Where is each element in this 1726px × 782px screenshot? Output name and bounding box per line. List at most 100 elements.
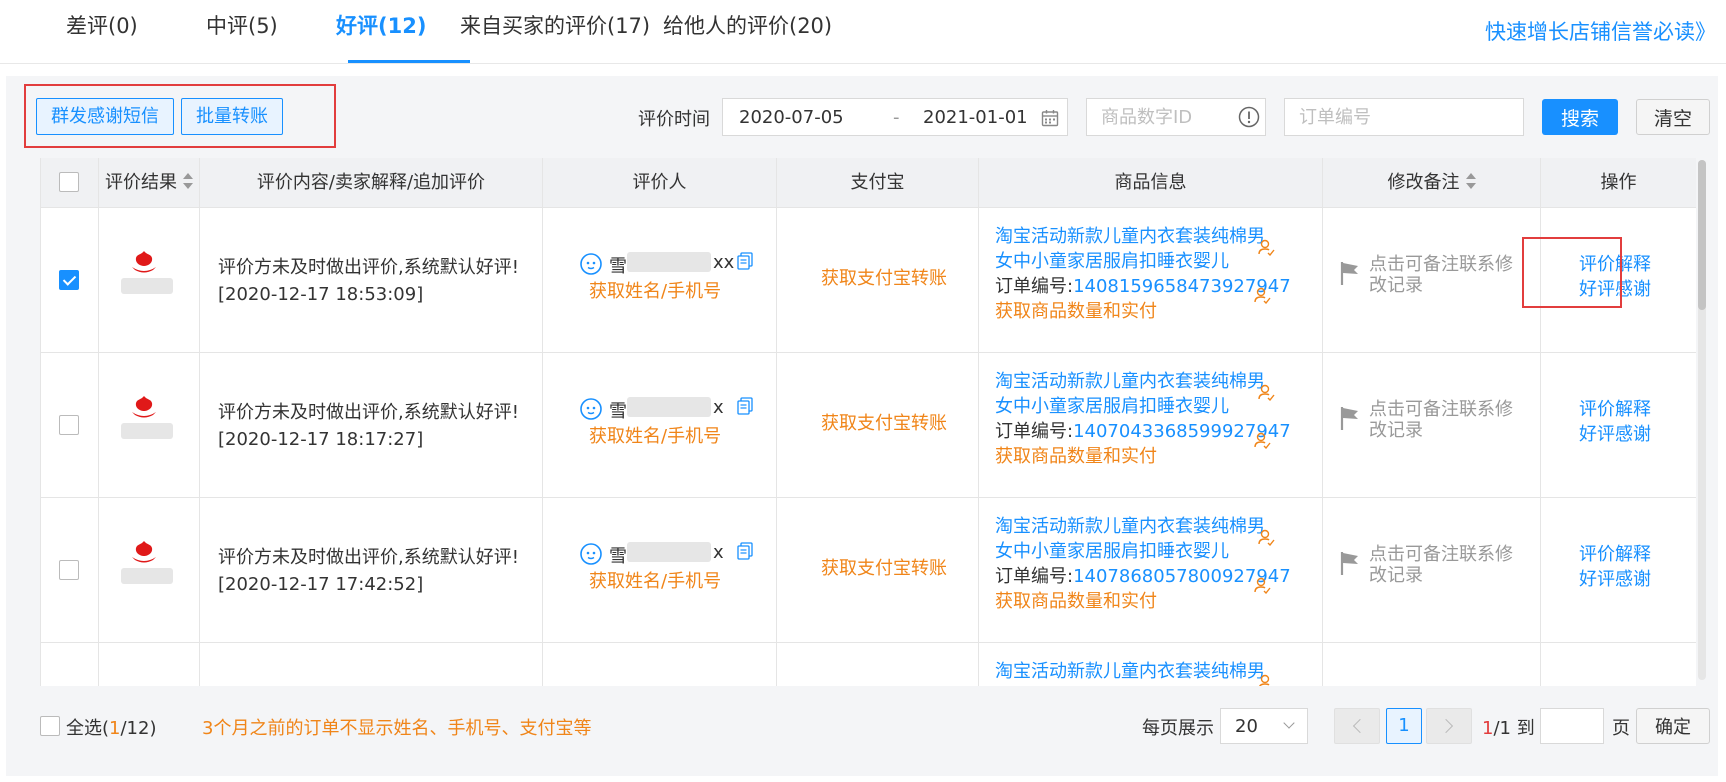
tab-neutral[interactable]: 中评(5) xyxy=(206,10,278,40)
select-all-prefix: 全选( xyxy=(66,718,110,739)
date-start-value[interactable]: 2020-07-05 xyxy=(739,107,844,128)
tab-positive[interactable]: 好评(12) xyxy=(336,10,426,40)
goods-info-cell: 淘宝活动新款儿童内衣套装纯棉男 女中小童家居服肩扣睡衣婴儿 订单编号:14081… xyxy=(979,208,1323,353)
flag-icon[interactable] xyxy=(1339,550,1361,576)
chevron-left-icon xyxy=(1352,718,1368,734)
copy-icon[interactable] xyxy=(737,397,753,415)
date-end-value[interactable]: 2021-01-01 xyxy=(923,107,1028,128)
remark-line2: 改记录 xyxy=(1369,275,1423,296)
remark-text[interactable]: 点击可备注联系修 改记录 xyxy=(1369,399,1513,441)
remark-cell[interactable]: 点击可备注联系修 改记录 xyxy=(1323,208,1541,353)
remark-line1: 点击可备注联系修 xyxy=(1369,544,1513,565)
good-review-thanks-link[interactable]: 好评感谢 xyxy=(1579,420,1651,446)
prev-page-button[interactable] xyxy=(1334,708,1380,744)
contact-seller-icon[interactable] xyxy=(1257,673,1275,686)
review-timestamp: [2020-12-17 17:42:52] xyxy=(218,574,424,595)
goods-title-link[interactable]: 淘宝活动新款儿童内衣套装纯棉男 xyxy=(995,659,1265,684)
order-number-label: 订单编号: xyxy=(995,421,1074,442)
goods-title-link[interactable]: 淘宝活动新款儿童内衣套装纯棉男 xyxy=(995,224,1291,249)
get-alipay-transfer-link[interactable]: 获取支付宝转账 xyxy=(821,409,947,435)
content-cell: 评价方未及时做出评价,系统默认好评! [2020-12-17 17:42:52] xyxy=(200,498,543,643)
good-review-thanks-link[interactable]: 好评感谢 xyxy=(1579,565,1651,591)
remark-cell[interactable]: 点击可备注联系修 改记录 xyxy=(1323,353,1541,498)
remark-cell[interactable]: 点击可备注联系修 改记录 xyxy=(1323,498,1541,643)
copy-icon[interactable] xyxy=(737,252,753,270)
batch-transfer-button[interactable]: 批量转账 xyxy=(181,98,283,135)
blurred-image xyxy=(121,278,173,294)
row-checkbox[interactable] xyxy=(59,560,79,580)
column-header-result-label: 评价结果 xyxy=(105,172,177,193)
contact-seller-icon[interactable] xyxy=(1257,383,1275,401)
goods-info-cell: 淘宝活动新款儿童内衣套装纯棉男 女中小童家居服肩扣睡衣婴儿 订单编号:14070… xyxy=(979,353,1323,498)
shop-reputation-guide-link[interactable]: 快速增长店铺信誉必读》 xyxy=(1485,16,1716,46)
annotation-highlight-box-actions xyxy=(1522,237,1622,308)
get-name-phone-link[interactable]: 获取姓名/手机号 xyxy=(589,277,721,303)
goto-page-input[interactable] xyxy=(1540,708,1604,744)
blurred-image xyxy=(121,568,173,584)
confirm-goto-button[interactable]: 确定 xyxy=(1636,708,1710,744)
date-range-picker[interactable]: 2020-07-05 - 2021-01-01 xyxy=(722,98,1068,136)
tab-negative[interactable]: 差评(0) xyxy=(66,10,138,40)
column-header-remark[interactable]: 修改备注 xyxy=(1323,158,1541,208)
header-select-all-checkbox[interactable] xyxy=(59,172,79,192)
contact-seller-icon[interactable] xyxy=(1257,238,1275,256)
contact-buyer-icon[interactable] xyxy=(1253,576,1271,594)
clear-button[interactable]: 清空 xyxy=(1636,99,1710,135)
actions-cell xyxy=(1541,643,1696,686)
get-name-phone-link[interactable]: 获取姓名/手机号 xyxy=(589,567,721,593)
vertical-scrollbar[interactable] xyxy=(1698,160,1706,680)
per-page-select[interactable]: 20 xyxy=(1220,708,1308,744)
goods-title-link[interactable]: 淘宝活动新款儿童内衣套装纯棉男 xyxy=(995,514,1291,539)
sort-icon[interactable] xyxy=(1465,173,1476,189)
get-goods-quantity-link[interactable]: 获取商品数量和实付 xyxy=(995,444,1291,469)
alipay-cell: 获取支付宝转账 xyxy=(777,353,979,498)
tab-given-to-others[interactable]: 给他人的评价(20) xyxy=(663,10,832,40)
review-explanation-link[interactable]: 评价解释 xyxy=(1579,395,1651,421)
table-row: 评价方未及时做出评价,系统默认好评! [2020-12-17 18:17:27]… xyxy=(41,353,1696,498)
get-goods-quantity-link[interactable]: 获取商品数量和实付 xyxy=(995,589,1291,614)
get-alipay-transfer-link[interactable]: 获取支付宝转账 xyxy=(821,554,947,580)
goods-title-link-line2[interactable]: 女中小童家居服肩扣睡衣婴儿 xyxy=(995,394,1291,419)
row-checkbox[interactable] xyxy=(59,415,79,435)
calendar-icon[interactable] xyxy=(1041,109,1059,127)
review-explanation-link[interactable]: 评价解释 xyxy=(1579,540,1651,566)
bulk-thank-sms-button[interactable]: 群发感谢短信 xyxy=(36,98,174,135)
select-all-checkbox[interactable] xyxy=(40,716,60,736)
alipay-cell: 获取支付宝转账 xyxy=(777,498,979,643)
scrollbar-thumb[interactable] xyxy=(1698,160,1706,310)
contact-buyer-icon[interactable] xyxy=(1253,431,1271,449)
goods-title-link-line2[interactable]: 女中小童家居服肩扣睡衣婴儿 xyxy=(995,249,1291,274)
column-header-result[interactable]: 评价结果 xyxy=(99,158,200,208)
page-number-current[interactable]: 1 xyxy=(1386,708,1422,744)
search-button[interactable]: 搜索 xyxy=(1542,99,1618,135)
tab-from-buyers[interactable]: 来自买家的评价(17) xyxy=(460,10,650,40)
flag-icon[interactable] xyxy=(1339,260,1361,286)
reviewer-cell: 雪 x 获取姓名/手机号 xyxy=(543,498,777,643)
order-number-input[interactable] xyxy=(1284,98,1524,136)
goods-title-link[interactable]: 淘宝活动新款儿童内衣套装纯棉男 xyxy=(995,369,1291,394)
selected-count: 1 xyxy=(109,718,121,739)
reviewer-name-prefix: 雪 xyxy=(609,256,627,277)
reviews-table: 评价结果 评价内容/卖家解释/追加评价 评价人 支付宝 商品信息 修改备注 操作… xyxy=(40,158,1696,686)
goods-title-link-line2[interactable]: 女中小童家居服肩扣睡衣婴儿 xyxy=(995,539,1291,564)
contact-seller-icon[interactable] xyxy=(1257,528,1275,546)
row-checkbox[interactable] xyxy=(59,270,79,290)
get-name-phone-link[interactable]: 获取姓名/手机号 xyxy=(589,422,721,448)
get-goods-quantity-link[interactable]: 获取商品数量和实付 xyxy=(995,299,1291,324)
sort-icon[interactable] xyxy=(183,173,193,189)
select-all-label[interactable]: 全选(1/12) xyxy=(66,714,156,740)
goods-info: 淘宝活动新款儿童内衣套装纯棉男 女中小童家居服肩扣睡衣婴儿 订单编号:14070… xyxy=(995,369,1291,469)
remark-text[interactable]: 点击可备注联系修 改记录 xyxy=(1369,544,1513,586)
content-cell xyxy=(200,643,543,686)
get-alipay-transfer-link[interactable]: 获取支付宝转账 xyxy=(821,264,947,290)
remark-text[interactable]: 点击可备注联系修 改记录 xyxy=(1369,254,1513,296)
reviewer-name-suffix: xx xyxy=(713,252,735,273)
goods-info: 淘宝活动新款儿童内衣套装纯棉男 女中小童家居服肩扣睡衣婴儿 订单编号:14078… xyxy=(995,514,1291,614)
flag-icon[interactable] xyxy=(1339,405,1361,431)
row-select-cell xyxy=(41,643,99,686)
info-icon[interactable] xyxy=(1238,106,1260,128)
next-page-button[interactable] xyxy=(1426,708,1472,744)
remark-line1: 点击可备注联系修 xyxy=(1369,399,1513,420)
contact-buyer-icon[interactable] xyxy=(1253,286,1271,304)
copy-icon[interactable] xyxy=(737,542,753,560)
